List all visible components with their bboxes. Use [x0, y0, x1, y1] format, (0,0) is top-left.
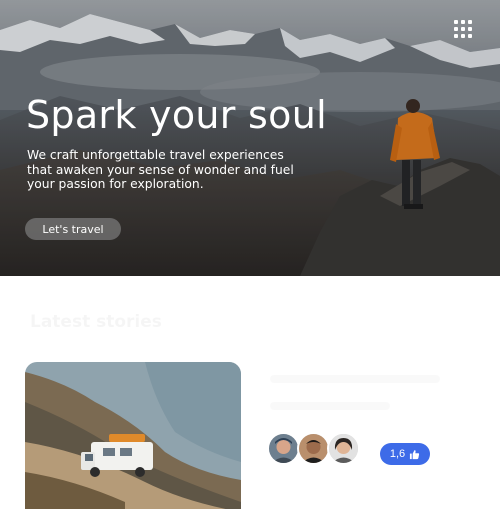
- hero-banner: Spark your soul We craft unforgettable t…: [0, 0, 500, 276]
- traveler-avatar[interactable]: [267, 432, 300, 465]
- camper-van-coastline-photo[interactable]: [25, 362, 241, 509]
- page: Spark your soul We craft unforgettable t…: [0, 0, 500, 509]
- hero-title: Spark your soul: [26, 93, 327, 137]
- thumbs-up-icon: [410, 449, 420, 459]
- like-button[interactable]: 1,6: [380, 443, 430, 465]
- traveler-avatar[interactable]: [297, 432, 330, 465]
- grid-menu-icon[interactable]: [452, 18, 476, 42]
- like-count: 1,6: [389, 448, 406, 460]
- section-title: Latest stories: [30, 312, 162, 332]
- lets-travel-button[interactable]: Let's travel: [25, 218, 121, 240]
- traveler-avatar[interactable]: [327, 432, 360, 465]
- card-text-line: [270, 402, 390, 410]
- card-text-line: [270, 375, 440, 383]
- avatar-group: [267, 432, 360, 466]
- hero-subtitle: We craft unforgettable travel experience…: [27, 148, 294, 191]
